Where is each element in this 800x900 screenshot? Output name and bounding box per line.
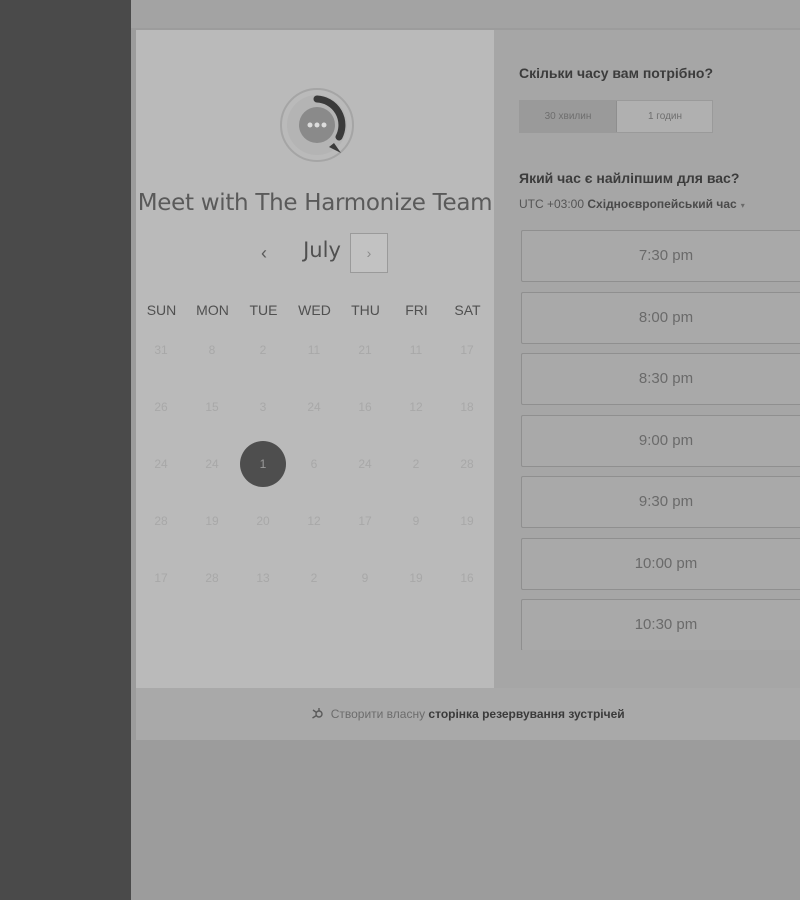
calendar-day[interactable]: 6 (291, 441, 337, 487)
weekday-mon: MON (196, 302, 229, 318)
page-overlay: Meet with The Harmonize Team ‹ July › SU… (131, 0, 800, 900)
hubspot-sprocket-icon (311, 688, 324, 740)
calendar-day[interactable]: 28 (138, 498, 184, 544)
calendar-day[interactable]: 16 (444, 555, 490, 601)
footer-bar: Створити власну сторінка резервування зу… (136, 688, 800, 740)
time-slot[interactable]: 8:00 pm (521, 292, 800, 344)
calendar-day[interactable]: 19 (189, 498, 235, 544)
month-navigator: ‹ July › (136, 232, 494, 274)
calendar-day[interactable]: 9 (393, 498, 439, 544)
month-label: July (303, 238, 341, 262)
calendar-day[interactable]: 13 (240, 555, 286, 601)
time-slot[interactable]: 10:00 pm (521, 538, 800, 590)
prev-month-button[interactable]: ‹ (254, 240, 274, 266)
next-month-button[interactable]: › (350, 233, 388, 273)
calendar-day[interactable]: 24 (138, 441, 184, 487)
calendar-day[interactable]: 11 (291, 327, 337, 373)
timezone-selector[interactable]: UTC +03:00 Східноєвропейський час ▾ (519, 197, 745, 211)
calendar-day[interactable]: 19 (444, 498, 490, 544)
calendar-day[interactable]: 20 (240, 498, 286, 544)
time-question: Який час є найліпшим для вас? (519, 170, 740, 186)
time-slot[interactable]: 9:00 pm (521, 415, 800, 467)
time-slot[interactable]: 9:30 pm (521, 476, 800, 528)
time-slot[interactable]: 10:30 pm (521, 599, 800, 650)
duration-toggle: 30 хвилин 1 годин (519, 100, 713, 133)
duration-1-hour-button[interactable]: 1 годин (617, 101, 713, 132)
calendar-day[interactable]: 2 (393, 441, 439, 487)
weekday-fri: FRI (405, 302, 428, 318)
calendar-day-selected[interactable]: 1 (240, 441, 286, 487)
calendar-day[interactable]: 21 (342, 327, 388, 373)
create-booking-page-link[interactable]: сторінка резервування зустрічей (428, 707, 624, 721)
calendar-day[interactable]: 17 (342, 498, 388, 544)
duration-question: Скільки часу вам потрібно? (519, 65, 714, 81)
weekday-thu: THU (351, 302, 380, 318)
calendar-day[interactable]: 11 (393, 327, 439, 373)
calendar-day[interactable]: 28 (189, 555, 235, 601)
calendar-day[interactable]: 9 (342, 555, 388, 601)
chevron-down-icon: ▾ (740, 201, 745, 210)
calendar-day[interactable]: 24 (342, 441, 388, 487)
calendar-day[interactable]: 3 (240, 384, 286, 430)
calendar-day[interactable]: 31 (138, 327, 184, 373)
calendar-day[interactable]: 24 (189, 441, 235, 487)
calendar-panel: Meet with The Harmonize Team ‹ July › SU… (136, 30, 494, 688)
time-slot[interactable]: 7:30 pm (521, 230, 800, 282)
calendar-day[interactable]: 8 (189, 327, 235, 373)
weekday-tue: TUE (249, 302, 278, 318)
calendar-day[interactable]: 12 (393, 384, 439, 430)
timezone-name: Східноєвропейський час (587, 197, 737, 211)
calendar-day[interactable]: 12 (291, 498, 337, 544)
time-slot[interactable]: 8:30 pm (521, 353, 800, 405)
calendar-day[interactable]: 17 (138, 555, 184, 601)
weekday-sun: SUN (146, 302, 177, 318)
calendar-day[interactable]: 2 (240, 327, 286, 373)
top-band (131, 0, 800, 28)
calendar-day[interactable]: 26 (138, 384, 184, 430)
chat-ellipsis-icon (279, 87, 355, 163)
calendar-day[interactable]: 16 (342, 384, 388, 430)
calendar-day[interactable]: 18 (444, 384, 490, 430)
time-slot-list: 7:30 pm 8:00 pm 8:30 pm 9:00 pm 9:30 pm … (521, 230, 800, 650)
calendar-day[interactable]: 2 (291, 555, 337, 601)
calendar-day[interactable]: 28 (444, 441, 490, 487)
weekday-sat: SAT (454, 302, 481, 318)
calendar-day[interactable]: 17 (444, 327, 490, 373)
calendar-day[interactable]: 19 (393, 555, 439, 601)
duration-30-min-button[interactable]: 30 хвилин (520, 101, 617, 132)
utc-offset: UTC +03:00 (519, 197, 585, 211)
weekday-header: SUN MON TUE WED THU FRI SAT (136, 302, 494, 322)
calendar-day[interactable]: 15 (189, 384, 235, 430)
time-panel: Скільки часу вам потрібно? 30 хвилин 1 г… (494, 30, 800, 688)
weekday-wed: WED (298, 302, 331, 318)
organizer-title: Meet with The Harmonize Team (137, 190, 493, 216)
footer-prefix: Створити власну (330, 707, 426, 721)
calendar-day[interactable]: 24 (291, 384, 337, 430)
